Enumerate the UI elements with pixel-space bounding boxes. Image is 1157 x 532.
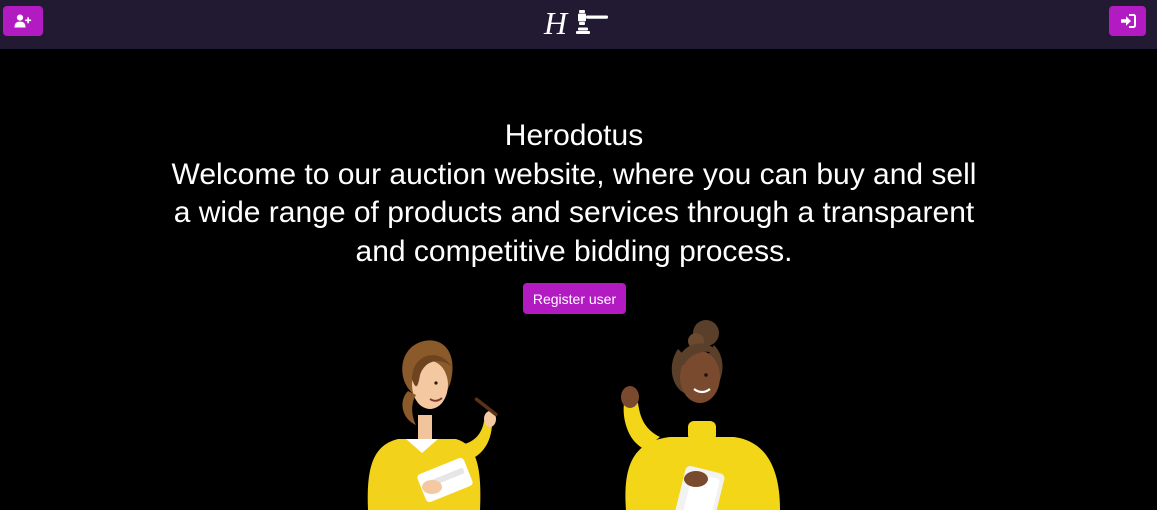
- sign-in-icon: [1120, 14, 1136, 28]
- login-nav-button[interactable]: [1109, 6, 1146, 36]
- hero-section: Herodotus Welcome to our auction website…: [0, 49, 1157, 510]
- logo-letter: H: [543, 5, 569, 40]
- hero-description: Welcome to our auction website, where yo…: [171, 157, 977, 268]
- hero-heading: Herodotus Welcome to our auction website…: [160, 117, 988, 271]
- gavel-logo-icon: H: [543, 5, 608, 41]
- woman-with-notepad-illustration: [621, 320, 780, 510]
- register-nav-button[interactable]: [3, 6, 43, 36]
- register-user-button[interactable]: Register user: [523, 283, 626, 314]
- site-logo[interactable]: H: [542, 4, 612, 41]
- navbar: H: [0, 0, 1157, 49]
- hero-title: Herodotus: [504, 119, 644, 152]
- woman-with-pen-illustration: [367, 340, 498, 510]
- user-plus-icon: [14, 14, 32, 28]
